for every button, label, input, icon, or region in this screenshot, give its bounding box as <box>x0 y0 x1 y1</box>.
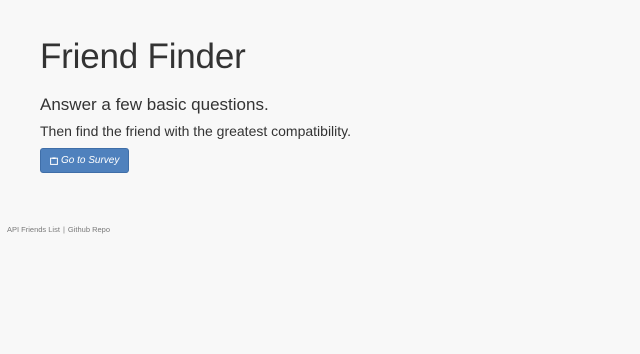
go-to-survey-button[interactable]: Go to Survey <box>40 148 130 173</box>
go-to-survey-label: Go to Survey <box>61 155 120 166</box>
lead-text: Answer a few basic questions. <box>40 95 269 114</box>
footer: API Friends List | Github Repo <box>7 225 110 234</box>
subtext: Then find the friend with the greatest c… <box>40 123 352 139</box>
clipboard-icon <box>50 156 58 165</box>
api-friends-list-link[interactable]: API Friends List <box>7 225 60 234</box>
jumbotron: Friend Finder Answer a few basic questio… <box>40 36 620 173</box>
github-repo-link[interactable]: Github Repo <box>68 225 110 234</box>
page: Friend Finder Answer a few basic questio… <box>0 0 640 354</box>
page-title: Friend Finder <box>40 37 246 76</box>
footer-separator: | <box>62 225 65 234</box>
